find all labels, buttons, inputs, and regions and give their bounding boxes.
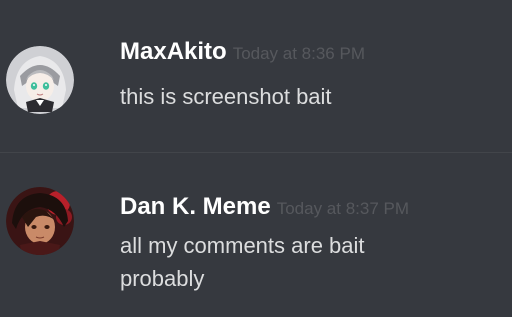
timestamp: Today at 8:37 PM <box>276 199 410 218</box>
anime-girl-avatar-icon <box>6 46 74 114</box>
message-line: all my comments are bait <box>120 233 365 258</box>
username[interactable]: MaxAkito Today at 8:36 PM <box>120 38 365 66</box>
message-line: probably <box>120 266 205 291</box>
avatar[interactable] <box>6 46 74 114</box>
message-line: this is screenshot bait <box>120 84 332 109</box>
message-content: all my comments are bait probably <box>120 229 500 295</box>
timestamp: Today at 8:36 PM <box>232 44 365 63</box>
anime-boy-avatar-icon <box>6 187 74 255</box>
message-content: this is screenshot bait <box>120 80 500 113</box>
username-text[interactable]: MaxAkito <box>120 38 227 65</box>
message-divider <box>0 152 512 153</box>
chat-message: MaxAkito Today at 8:36 PM this is screens… <box>0 0 512 152</box>
avatar[interactable] <box>6 187 74 255</box>
chat-message: Dan K. Meme Today at 8:37 PM all my comme… <box>0 155 512 317</box>
username-text[interactable]: Dan K. Meme <box>120 193 271 220</box>
username[interactable]: Dan K. Meme Today at 8:37 PM <box>120 193 409 221</box>
chat-log: MaxAkito Today at 8:36 PM this is screens… <box>0 0 512 317</box>
